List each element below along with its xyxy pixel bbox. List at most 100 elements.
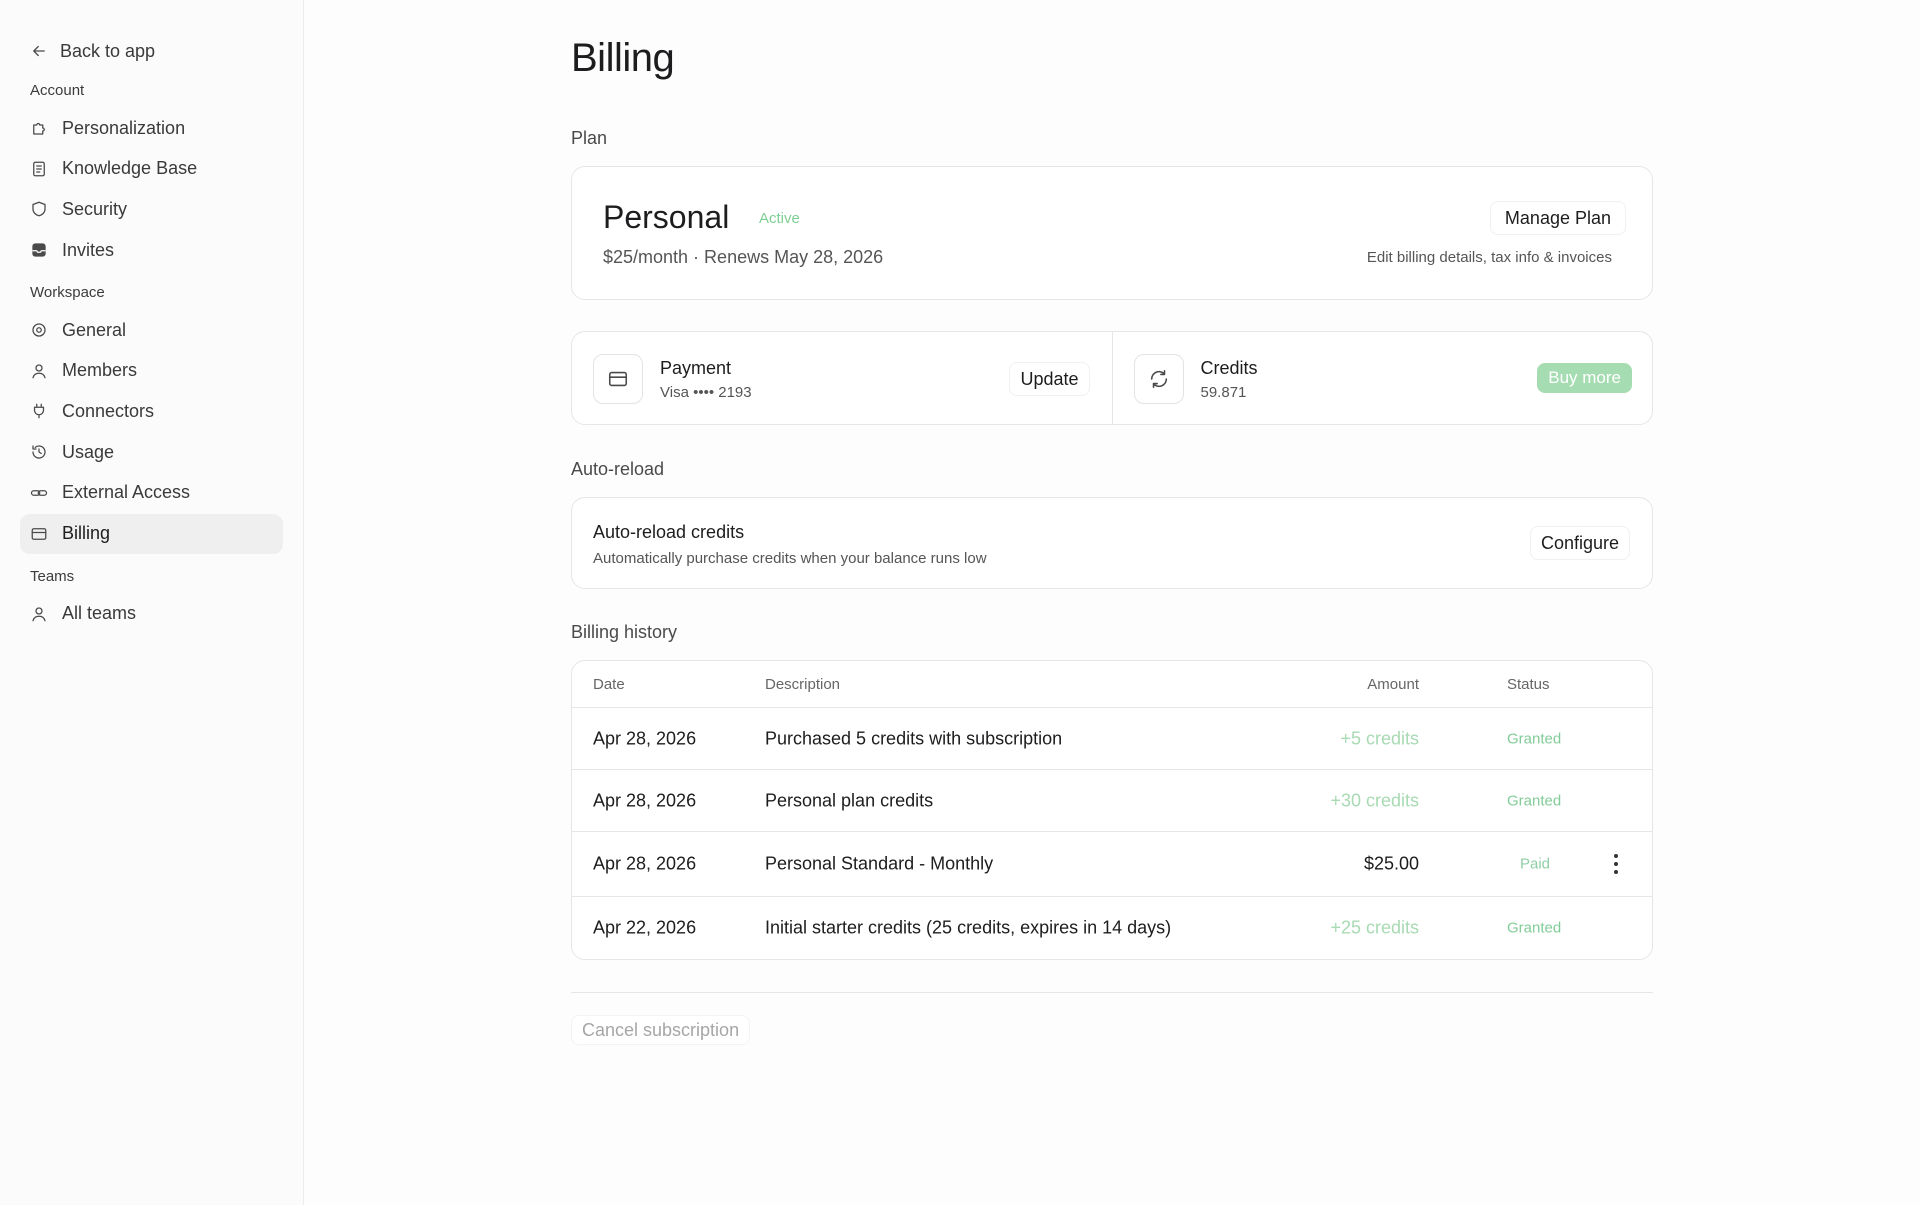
plan-name: Personal xyxy=(603,199,730,235)
main-content: Billing Plan Personal Active $25/month ·… xyxy=(304,0,1920,1205)
section-label-teams: Teams xyxy=(30,567,75,585)
column-header-date: Date xyxy=(593,675,625,693)
book-icon xyxy=(30,160,48,178)
sidebar-item-label: Connectors xyxy=(62,400,155,421)
billing-history-table: Date Description Amount Status Apr 28, 2… xyxy=(571,660,1653,960)
sidebar-item-label: Security xyxy=(62,198,128,219)
autoreload-title: Auto-reload credits xyxy=(593,522,745,542)
autoreload-description: Automatically purchase credits when your… xyxy=(593,550,987,567)
sidebar-item-general[interactable]: General xyxy=(20,310,283,350)
sidebar-item-connectors[interactable]: Connectors xyxy=(20,391,283,431)
autoreload-section-title: Auto-reload xyxy=(571,459,665,479)
sidebar-item-external-access[interactable]: External Access xyxy=(20,473,283,513)
row-amount: +5 credits xyxy=(1340,728,1419,748)
sidebar-item-security[interactable]: Security xyxy=(20,189,283,229)
payment-card-number: Visa •••• 2193 xyxy=(660,384,752,401)
sidebar-item-usage[interactable]: Usage xyxy=(20,432,283,472)
table-header: Date Description Amount Status xyxy=(572,661,1652,708)
sidebar-item-knowledge-base[interactable]: Knowledge Base xyxy=(20,149,283,189)
sidebar-item-billing[interactable]: Billing xyxy=(20,513,283,554)
credits-title: Credits xyxy=(1200,358,1258,378)
plan-card: Personal Active $25/month · Renews May 2… xyxy=(571,166,1653,300)
row-status: Granted xyxy=(1507,730,1562,747)
page-title: Billing xyxy=(571,36,675,80)
back-label: Back to app xyxy=(60,40,156,61)
payment-title: Payment xyxy=(660,358,732,378)
section-label-workspace: Workspace xyxy=(30,284,105,302)
sidebar: Back to app Account Personalization Know… xyxy=(0,0,304,1205)
cancel-subscription-button[interactable]: Cancel subscription xyxy=(571,1015,751,1045)
user-icon xyxy=(30,605,48,623)
nav-section-account: Account Personalization Knowledge Base S… xyxy=(20,78,283,270)
payment-panel: Payment Visa •••• 2193 Update xyxy=(572,332,1112,424)
credits-balance: 59.871 xyxy=(1200,384,1247,401)
gear-icon xyxy=(30,321,48,339)
sidebar-item-label: Knowledge Base xyxy=(62,158,198,179)
update-payment-button[interactable]: Update xyxy=(1009,362,1090,396)
nav-section-teams: Teams All teams xyxy=(20,564,283,634)
row-description: Personal Standard - Monthly xyxy=(765,853,994,874)
column-header-description: Description xyxy=(765,675,841,693)
row-status: Granted xyxy=(1507,919,1562,937)
arrow-left-icon xyxy=(30,42,48,60)
inbox-icon xyxy=(30,241,48,259)
sidebar-item-label: Invites xyxy=(62,239,115,260)
divider xyxy=(571,992,1653,993)
autoreload-card: Auto-reload credits Automatically purcha… xyxy=(571,497,1653,589)
table-row: Apr 28, 2026 Personal plan credits +30 c… xyxy=(572,770,1652,832)
link-icon xyxy=(30,484,48,502)
column-header-amount: Amount xyxy=(1367,675,1419,693)
manage-plan-description: Edit billing details, tax info & invoice… xyxy=(1366,249,1612,266)
puzzle-icon xyxy=(30,119,48,137)
sidebar-item-members[interactable]: Members xyxy=(20,351,283,391)
row-date: Apr 28, 2026 xyxy=(593,853,697,874)
sidebar-item-invites[interactable]: Invites xyxy=(20,230,283,270)
sidebar-item-label: All teams xyxy=(62,603,137,623)
section-label-account: Account xyxy=(30,82,85,99)
refresh-icon xyxy=(1133,354,1184,404)
sidebar-item-label: Personalization xyxy=(62,117,186,138)
row-date: Apr 22, 2026 xyxy=(593,917,697,938)
credit-card-icon xyxy=(30,525,48,543)
sidebar-item-personalization[interactable]: Personalization xyxy=(20,108,283,148)
row-amount: +25 credits xyxy=(1330,917,1419,938)
row-date: Apr 28, 2026 xyxy=(593,790,697,810)
table-row: Apr 28, 2026 Purchased 5 credits with su… xyxy=(572,708,1652,770)
row-date: Apr 28, 2026 xyxy=(593,728,697,748)
more-actions-icon[interactable] xyxy=(1613,854,1619,874)
sidebar-item-label: External Access xyxy=(62,482,191,503)
row-description: Personal plan credits xyxy=(765,790,934,810)
table-row: Apr 22, 2026 Initial starter credits (25… xyxy=(572,897,1652,959)
row-status: Paid xyxy=(1520,855,1551,873)
row-amount: $25.00 xyxy=(1363,853,1419,874)
column-header-status: Status xyxy=(1507,675,1550,693)
row-description: Initial starter credits (25 credits, exp… xyxy=(765,917,1172,938)
plug-icon xyxy=(30,402,48,420)
plan-price-renewal: $25/month · Renews May 28, 2026 xyxy=(603,247,884,267)
gauge-icon xyxy=(30,443,48,461)
sidebar-item-all-teams[interactable]: All teams xyxy=(20,594,283,634)
shield-icon xyxy=(30,200,48,218)
sidebar-item-label: Billing xyxy=(62,523,111,543)
row-description: Purchased 5 credits with subscription xyxy=(765,728,1063,748)
sidebar-item-label: Usage xyxy=(62,441,115,462)
table-row: Apr 28, 2026 Personal Standard - Monthly… xyxy=(572,832,1652,897)
sidebar-item-label: Members xyxy=(62,360,138,381)
nav-section-workspace: Workspace General Members Connectors Usa… xyxy=(20,280,283,554)
history-section-title: Billing history xyxy=(571,622,678,642)
manage-plan-button[interactable]: Manage Plan xyxy=(1489,201,1626,235)
plan-section-title: Plan xyxy=(571,128,608,148)
credit-card-icon xyxy=(593,354,643,404)
configure-button[interactable]: Configure xyxy=(1529,526,1630,560)
back-to-app-link[interactable]: Back to app xyxy=(20,36,283,66)
user-icon xyxy=(30,362,48,380)
row-status: Granted xyxy=(1507,792,1562,809)
billing-page: Billing Plan Personal Active $25/month ·… xyxy=(571,0,1653,1045)
buy-more-button[interactable]: Buy more xyxy=(1537,363,1632,393)
cancel-row: Cancel subscription xyxy=(571,1015,1653,1045)
credits-panel: Credits 59.871 Buy more xyxy=(1111,332,1653,424)
row-amount: +30 credits xyxy=(1330,790,1419,810)
sidebar-item-label: General xyxy=(62,319,127,340)
payment-credits-card: Payment Visa •••• 2193 Update Credits 59… xyxy=(571,331,1653,425)
status-badge: Active xyxy=(759,210,800,227)
